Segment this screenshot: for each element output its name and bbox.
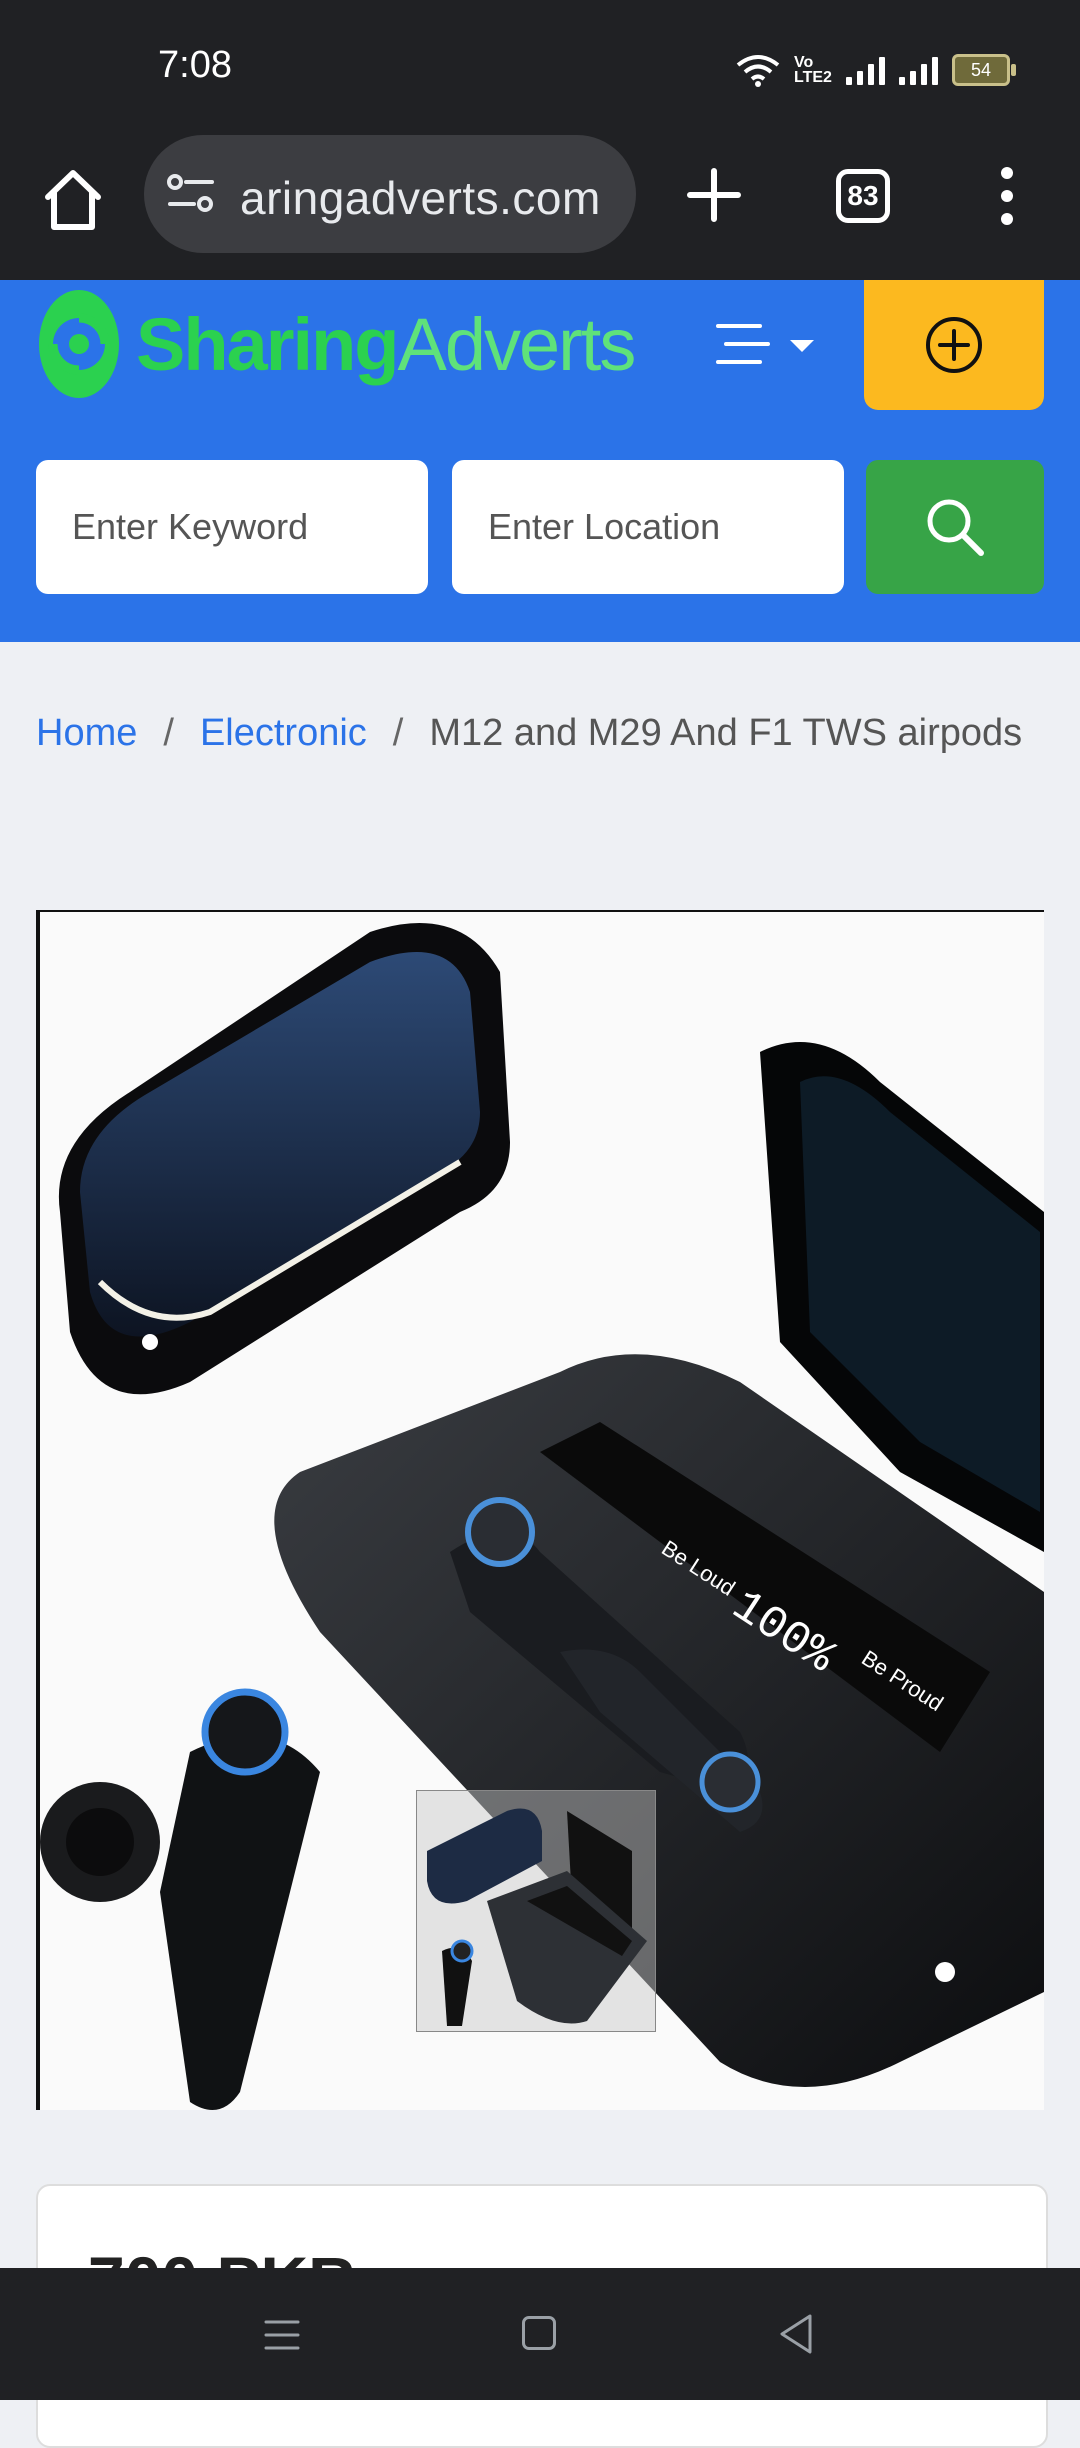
location-input[interactable] <box>452 460 844 594</box>
breadcrumb-category[interactable]: Electronic <box>200 712 367 755</box>
site-logo[interactable]: SharingAdverts <box>36 284 636 404</box>
add-circle-icon <box>926 317 982 373</box>
browser-toolbar: aringadverts.com 83 <box>0 135 1080 280</box>
signal-2-icon <box>899 55 938 85</box>
post-ad-button[interactable] <box>864 280 1044 410</box>
search-button[interactable] <box>866 460 1044 594</box>
system-nav-bar <box>0 2268 1080 2400</box>
status-time: 7:08 <box>158 44 232 86</box>
thumbnail-preview <box>427 1808 647 2026</box>
status-icons: Vo LTE2 54 <box>736 50 1016 90</box>
nav-menu-toggle-icon[interactable] <box>714 320 820 370</box>
site-settings-icon[interactable] <box>166 173 216 215</box>
breadcrumb-separator: / <box>392 712 404 754</box>
battery-icon: 54 <box>952 54 1016 86</box>
site-header: SharingAdverts <box>0 280 1080 642</box>
product-image[interactable]: Be Loud 100% Be Proud <box>36 910 1044 2110</box>
logo-text: SharingAdverts <box>136 302 636 386</box>
logo-mark-icon <box>39 290 119 398</box>
url-text[interactable]: aringadverts.com <box>240 171 601 225</box>
new-tab-icon[interactable] <box>684 165 744 225</box>
breadcrumb-home[interactable]: Home <box>36 712 137 755</box>
wifi-icon <box>736 55 780 87</box>
signal-1-icon <box>846 55 885 85</box>
search-icon <box>927 499 984 556</box>
breadcrumb: Home / Electronic / M12 and M29 And F1 T… <box>36 712 1022 755</box>
back-icon[interactable] <box>776 2312 816 2356</box>
address-bar[interactable]: aringadverts.com <box>144 135 636 253</box>
image-thumbnail[interactable] <box>416 1790 656 2032</box>
status-bar: 7:08 Vo LTE2 54 <box>0 0 1080 135</box>
breadcrumb-current: M12 and M29 And F1 TWS airpods <box>429 712 1023 754</box>
tab-switcher-button[interactable]: 83 <box>836 169 890 223</box>
more-menu-icon[interactable] <box>995 167 1019 225</box>
home-nav-icon[interactable] <box>522 2316 556 2350</box>
recent-apps-icon[interactable] <box>262 2318 302 2352</box>
breadcrumb-separator: / <box>163 712 174 754</box>
home-icon[interactable] <box>38 165 108 235</box>
keyword-input[interactable] <box>36 460 428 594</box>
volte-icon: Vo LTE2 <box>794 54 832 86</box>
